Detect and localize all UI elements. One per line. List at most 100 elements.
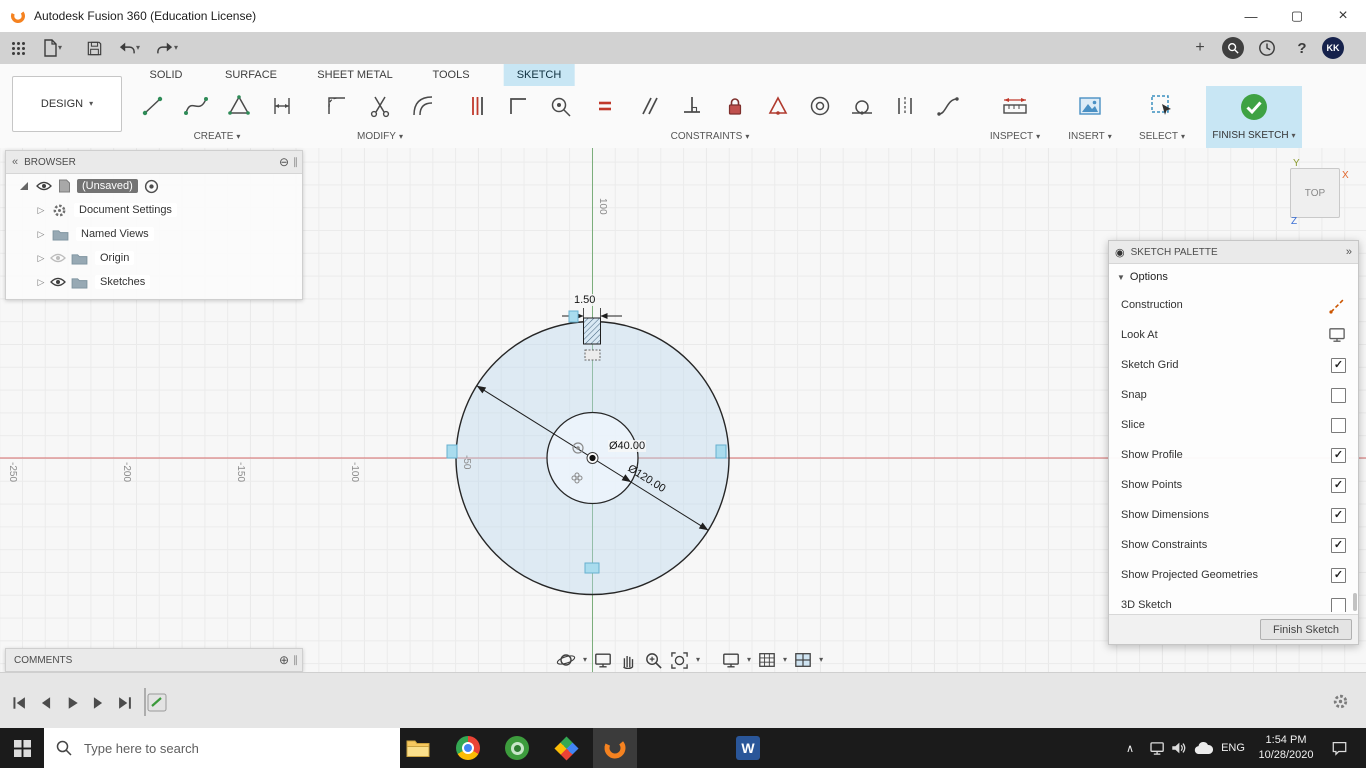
- green-app-icon[interactable]: [495, 728, 539, 768]
- symmetry-constraint-icon[interactable]: [887, 88, 923, 124]
- browser-item-document-settings[interactable]: ▷ Document Settings: [6, 198, 302, 222]
- look-at-icon[interactable]: [1328, 327, 1346, 343]
- dimension-label-inner-diameter[interactable]: Ø40.00: [608, 440, 647, 452]
- language-indicator[interactable]: ENG: [1216, 728, 1250, 768]
- workspace-selector[interactable]: DESIGN ▾: [12, 76, 122, 132]
- new-tab-button[interactable]: +: [1188, 32, 1212, 64]
- browser-root-row[interactable]: (Unsaved): [6, 174, 302, 198]
- options-section-header[interactable]: ▼ Options: [1109, 264, 1358, 290]
- midpoint-constraint-icon[interactable]: [760, 88, 796, 124]
- line-tool-icon[interactable]: [135, 88, 171, 124]
- insert-group-label[interactable]: INSERT ▾: [1068, 131, 1112, 142]
- panel-dot-icon[interactable]: ◉: [1115, 246, 1125, 259]
- display-settings-icon[interactable]: [722, 648, 740, 672]
- redo-icon[interactable]: ▾: [152, 32, 182, 64]
- dimension-label-width[interactable]: 1.50: [573, 294, 597, 306]
- volume-icon[interactable]: [1166, 728, 1190, 768]
- timeline-settings-gear-icon[interactable]: [1332, 693, 1349, 710]
- sketch-grid-checkbox[interactable]: ✓: [1331, 357, 1346, 373]
- polygon-tool-icon[interactable]: [221, 88, 257, 124]
- panel-drag-handle[interactable]: ∥: [293, 655, 298, 666]
- browser-item-sketches[interactable]: ▷ Sketches: [6, 270, 302, 294]
- zoom-icon[interactable]: [644, 648, 663, 672]
- viewports-icon[interactable]: [794, 648, 812, 672]
- clock-date[interactable]: 1:54 PM 10/28/2020: [1254, 733, 1318, 764]
- search-input[interactable]: [82, 739, 386, 757]
- expand-arrow-icon[interactable]: ▷: [34, 277, 48, 288]
- fusion-360-taskbar-icon[interactable]: [593, 728, 637, 768]
- chrome-icon[interactable]: [446, 728, 490, 768]
- notifications-clock-icon[interactable]: [1256, 37, 1278, 59]
- diamond-app-icon[interactable]: [544, 728, 588, 768]
- browser-item-named-views[interactable]: ▷ Named Views: [6, 222, 302, 246]
- onedrive-cloud-icon[interactable]: [1190, 728, 1216, 768]
- expand-arrow-icon[interactable]: ▷: [34, 205, 48, 216]
- timeline-step-back-button[interactable]: [34, 691, 58, 715]
- collapse-panel-icon[interactable]: «: [12, 156, 18, 168]
- parallel-constraint-icon[interactable]: [630, 88, 666, 124]
- expand-root-icon[interactable]: [20, 182, 28, 190]
- spline-tool-icon[interactable]: [178, 88, 214, 124]
- trim-tool-icon[interactable]: [362, 88, 398, 124]
- close-window-button[interactable]: ×: [1320, 0, 1366, 32]
- ribbon-tab-surface[interactable]: SURFACE: [212, 64, 290, 86]
- collinear-constraint-icon[interactable]: [459, 88, 495, 124]
- help-icon[interactable]: ?: [1291, 37, 1313, 59]
- timeline-skip-end-button[interactable]: [112, 691, 136, 715]
- fit-icon[interactable]: [670, 648, 689, 672]
- tangent-constraint-icon[interactable]: [844, 88, 880, 124]
- select-group-label[interactable]: SELECT ▾: [1139, 131, 1185, 142]
- ribbon-tab-sketch[interactable]: SKETCH: [503, 64, 575, 86]
- look-at-icon[interactable]: [594, 648, 612, 672]
- save-icon[interactable]: [82, 32, 106, 64]
- maximize-button[interactable]: ▢: [1274, 0, 1320, 32]
- timeline-sketch-marker[interactable]: [142, 687, 170, 717]
- new-file-icon[interactable]: ▾: [38, 32, 66, 64]
- construction-icon[interactable]: [1328, 296, 1346, 314]
- insert-image-icon[interactable]: [1072, 88, 1108, 124]
- equal-constraint-icon[interactable]: [587, 88, 623, 124]
- user-avatar[interactable]: KK: [1322, 37, 1344, 59]
- concentric-constraint-icon[interactable]: [802, 88, 838, 124]
- select-tool-icon[interactable]: [1144, 88, 1180, 124]
- palette-row-snap[interactable]: Snap: [1109, 380, 1358, 410]
- tray-chevron-icon[interactable]: ∧: [1118, 728, 1142, 768]
- browser-item-origin[interactable]: ▷ Origin: [6, 246, 302, 270]
- expand-arrow-icon[interactable]: ▷: [34, 253, 48, 264]
- slice-checkbox[interactable]: [1331, 417, 1346, 433]
- timeline-skip-start-button[interactable]: [8, 691, 32, 715]
- undo-icon[interactable]: ▾: [114, 32, 144, 64]
- show-profile-checkbox[interactable]: ✓: [1331, 447, 1346, 463]
- palette-row-look-at[interactable]: Look At: [1109, 320, 1358, 350]
- show-dimensions-checkbox[interactable]: ✓: [1331, 507, 1346, 523]
- start-button[interactable]: [0, 728, 44, 768]
- word-icon[interactable]: W: [726, 728, 770, 768]
- inspect-group-label[interactable]: INSPECT ▾: [990, 131, 1040, 142]
- sketch-dimension-icon[interactable]: [264, 88, 300, 124]
- panel-drag-handle[interactable]: ∥: [293, 157, 298, 168]
- show-projected-geometries-checkbox[interactable]: ✓: [1331, 567, 1346, 583]
- timeline-step-forward-button[interactable]: [86, 691, 110, 715]
- create-group-label[interactable]: CREATE ▾: [194, 131, 241, 142]
- offset-tool-icon[interactable]: [405, 88, 441, 124]
- root-document-label[interactable]: (Unsaved): [77, 179, 138, 193]
- fix-lock-constraint-icon[interactable]: [717, 88, 753, 124]
- ribbon-tab-sheet-metal[interactable]: SHEET METAL: [304, 64, 405, 86]
- expand-arrow-icon[interactable]: ▷: [34, 229, 48, 240]
- palette-row-show-projected-geometries[interactable]: Show Projected Geometries ✓: [1109, 560, 1358, 590]
- viewcube[interactable]: TOP: [1290, 168, 1340, 218]
- taskbar-search-box[interactable]: [44, 728, 400, 768]
- horizontal-vertical-constraint-icon[interactable]: [500, 88, 536, 124]
- palette-row-3d-sketch[interactable]: 3D Sketch: [1109, 590, 1358, 612]
- app-grid-menu-icon[interactable]: [6, 32, 30, 64]
- curvature-constraint-icon[interactable]: [930, 88, 966, 124]
- expand-panel-icon[interactable]: »: [1346, 246, 1352, 258]
- grid-snaps-icon[interactable]: [758, 648, 776, 672]
- palette-row-show-dimensions[interactable]: Show Dimensions ✓: [1109, 500, 1358, 530]
- add-comment-icon[interactable]: ⊕: [279, 653, 289, 667]
- modify-group-label[interactable]: MODIFY ▾: [357, 131, 403, 142]
- pan-icon[interactable]: [619, 648, 637, 672]
- orbit-icon[interactable]: [556, 648, 576, 672]
- activate-component-icon[interactable]: [144, 179, 159, 194]
- palette-row-show-points[interactable]: Show Points ✓: [1109, 470, 1358, 500]
